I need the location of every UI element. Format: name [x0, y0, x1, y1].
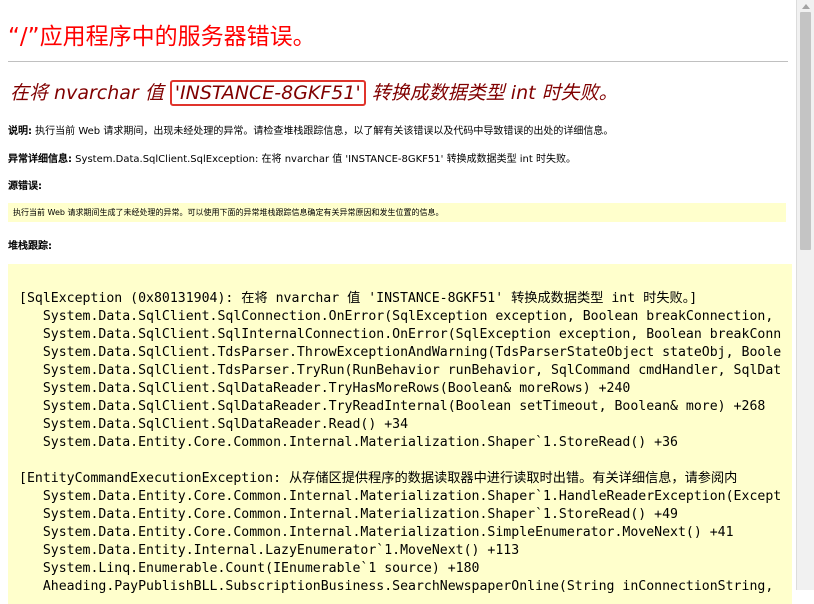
source-error-heading: 源错误:: [8, 177, 42, 192]
vertical-scrollbar[interactable]: [796, 0, 814, 590]
description-text: 执行当前 Web 请求期间，出现未经处理的异常。请检查堆栈跟踪信息，以了解有关该…: [32, 126, 614, 137]
description: 说明: 执行当前 Web 请求期间，出现未经处理的异常。请检查堆栈跟踪信息，以了…: [8, 122, 613, 137]
exception-details-text: System.Data.SqlClient.SqlException: 在将 n…: [72, 154, 576, 165]
source-error-note: 执行当前 Web 请求期间生成了未经处理的异常。可以使用下面的异常堆栈跟踪信息确…: [13, 208, 444, 217]
stack-trace-text: [SqlException (0x80131904): 在将 nvarchar …: [19, 291, 782, 594]
error-message-suffix: 转换成数据类型 int 时失败。: [365, 82, 618, 104]
stack-trace-box: [SqlException (0x80131904): 在将 nvarchar …: [8, 264, 792, 604]
title-divider: [8, 61, 788, 62]
error-message-value: 'INSTANCE-8GKF51': [169, 80, 366, 106]
error-page: “/”应用程序中的服务器错误。 在将 nvarchar 值 'INSTANCE-…: [0, 0, 796, 604]
exception-details: 异常详细信息: System.Data.SqlClient.SqlExcepti…: [8, 150, 576, 165]
error-message-prefix: 在将 nvarchar 值: [10, 82, 170, 104]
stack-trace-heading: 堆栈跟踪:: [8, 237, 52, 252]
description-label: 说明:: [8, 126, 32, 137]
source-error-box: 执行当前 Web 请求期间生成了未经处理的异常。可以使用下面的异常堆栈跟踪信息确…: [8, 203, 786, 222]
scrollbar-thumb[interactable]: [800, 12, 811, 250]
scroll-up-arrow-icon[interactable]: [802, 4, 810, 9]
page-title: “/”应用程序中的服务器错误。: [8, 24, 316, 50]
exception-details-label: 异常详细信息:: [8, 154, 72, 165]
error-message: 在将 nvarchar 值 'INSTANCE-8GKF51' 转换成数据类型 …: [10, 78, 618, 106]
source-error-label: 源错误:: [8, 181, 42, 192]
stack-trace-label: 堆栈跟踪:: [8, 241, 52, 252]
